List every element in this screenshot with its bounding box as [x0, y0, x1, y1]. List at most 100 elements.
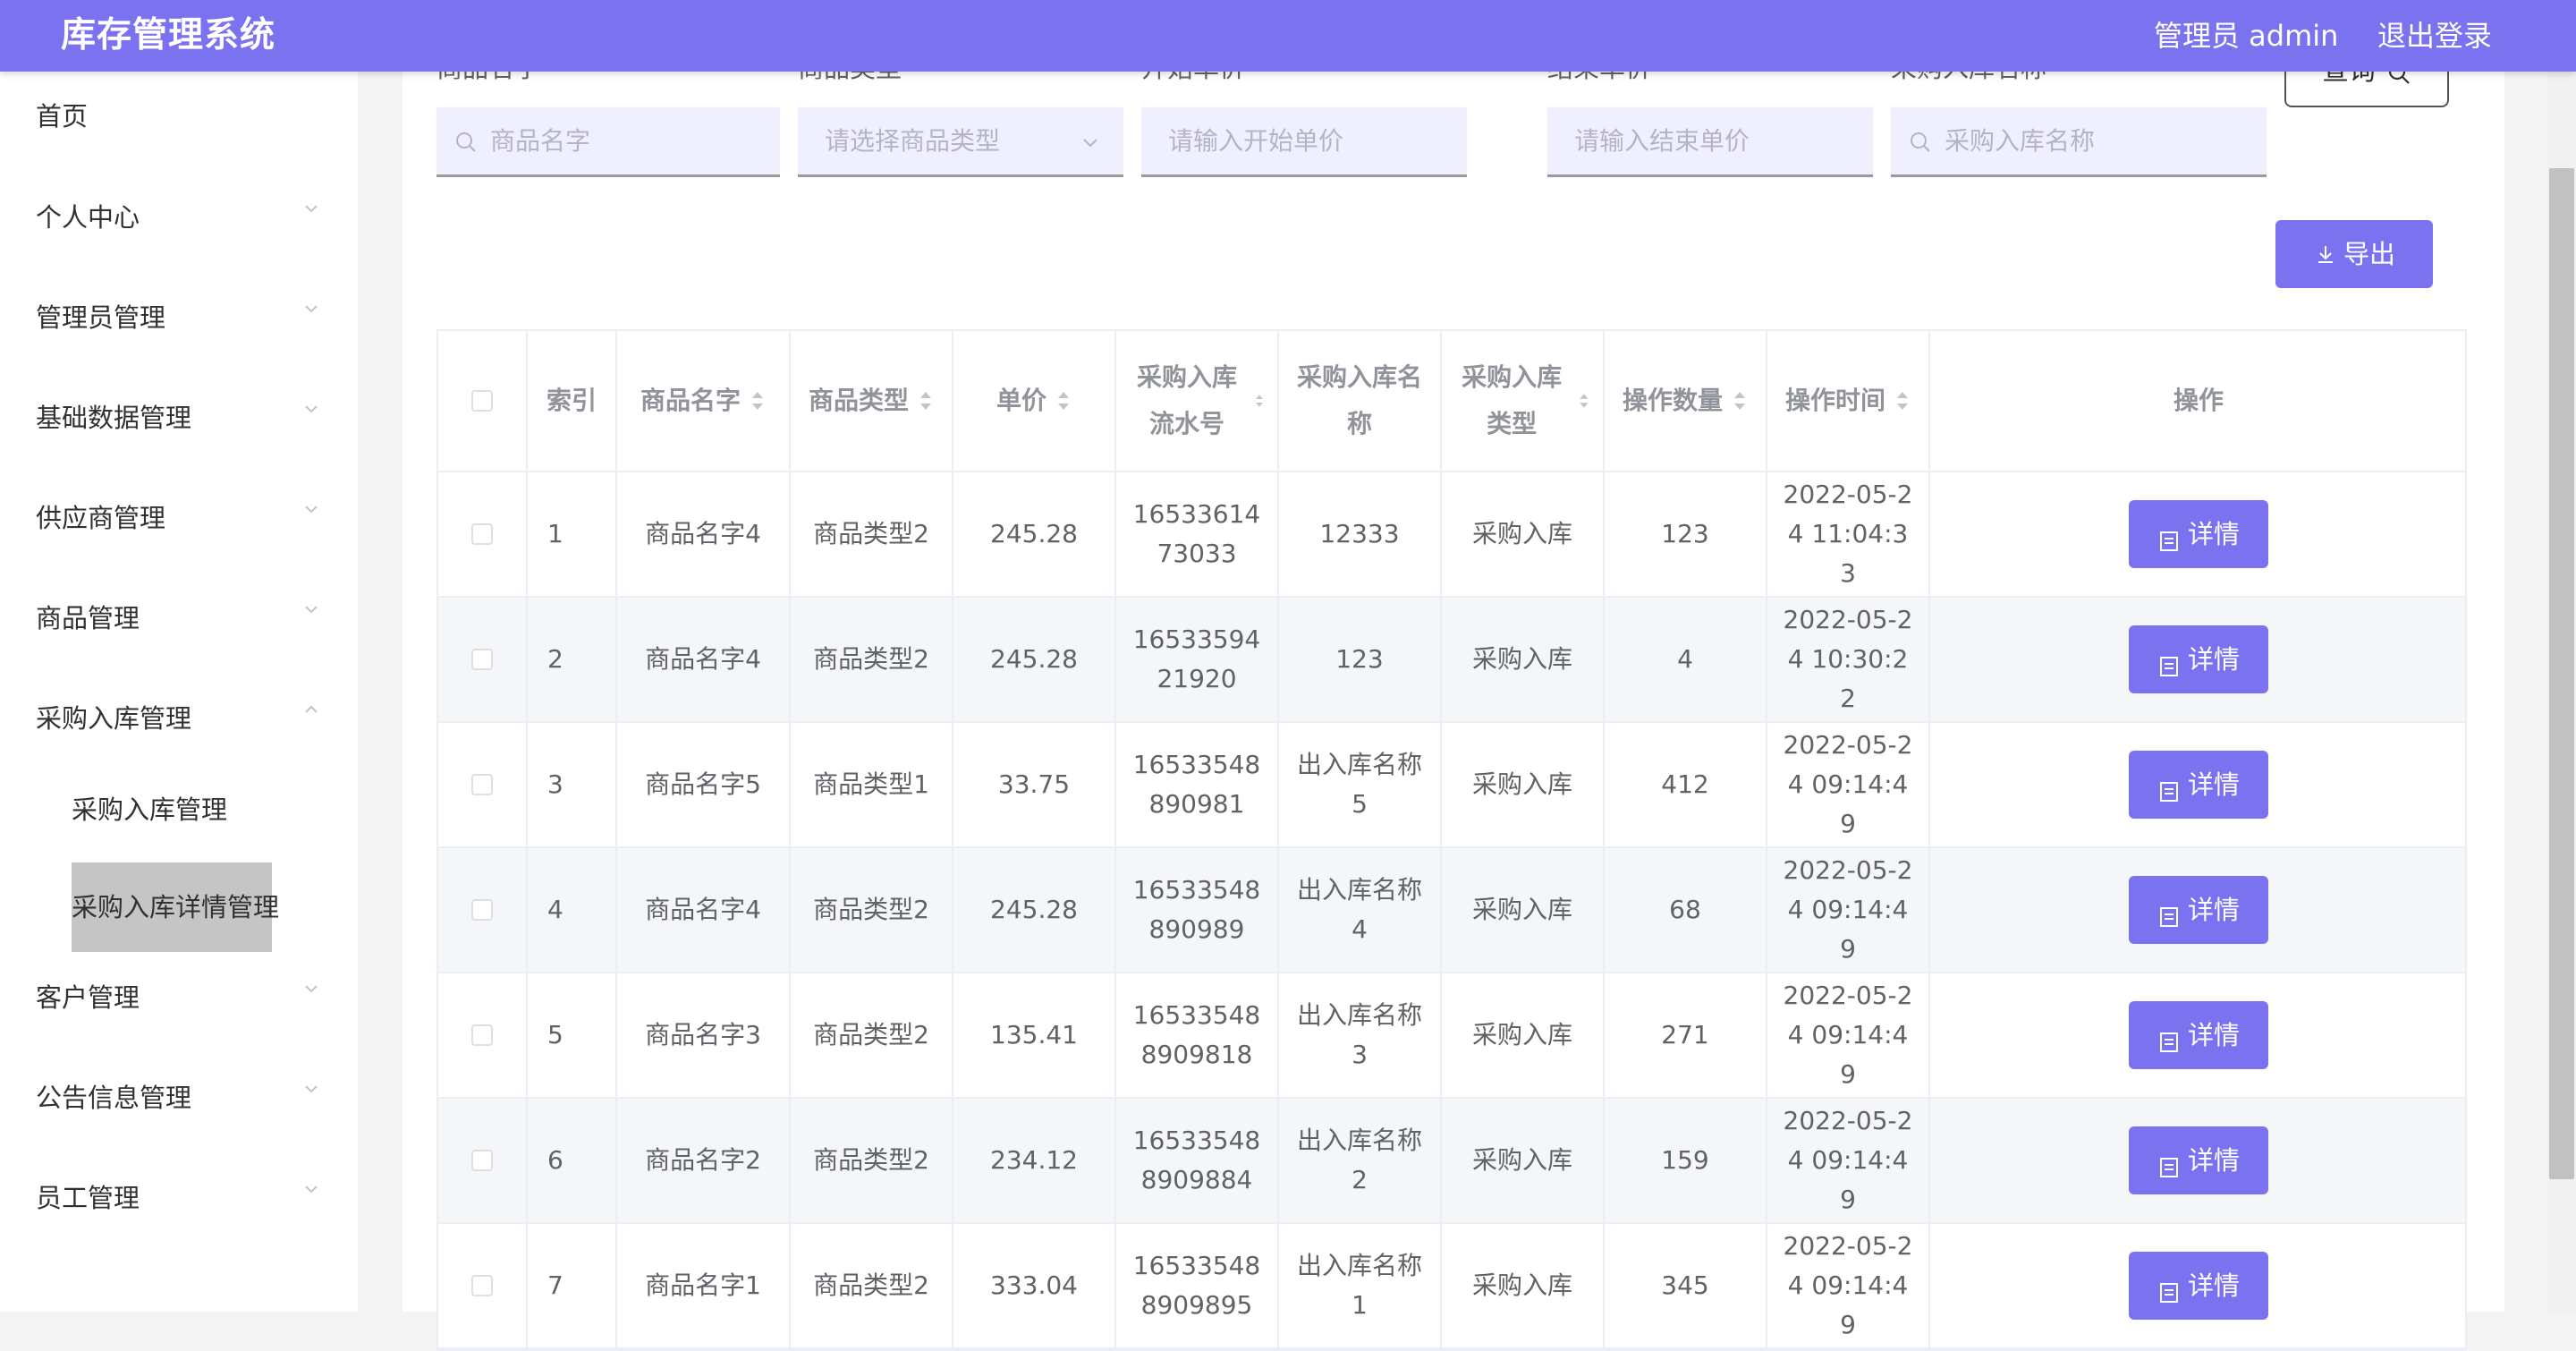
table-cell: 采购入库: [1442, 973, 1605, 1097]
table-cell: 商品类型2: [791, 848, 953, 972]
row-checkbox[interactable]: [471, 1275, 493, 1296]
table-cell: 商品名字1: [617, 1224, 791, 1347]
sort-caret-icon[interactable]: [750, 387, 766, 414]
sidebar-subitem-label: 采购入库管理: [72, 794, 228, 825]
chevron-down-icon: [302, 200, 320, 217]
sort-caret-icon[interactable]: [1732, 387, 1748, 414]
table-cell: 商品类型2: [791, 973, 953, 1097]
chevron-down-icon: [302, 300, 320, 318]
table-cell: 采购入库: [1442, 723, 1605, 846]
table-cell: 2022-05-24 10:30:22: [1767, 598, 1930, 721]
table-cell: 1: [528, 472, 617, 596]
sidebar-item-product[interactable]: 商品管理: [0, 574, 358, 663]
column-header[interactable]: 单价: [953, 331, 1116, 471]
data-table: 索引 商品名字 商品类型 单价 采购入库流水号 采购入库名称 采购入库类型 操作数量 操作时间 操…: [436, 329, 2467, 1351]
logout-button[interactable]: 退出登录: [2377, 15, 2492, 56]
table-cell: 采购入库: [1442, 1224, 1605, 1347]
detail-button[interactable]: 详情: [2129, 625, 2268, 693]
table-cell: 商品名字4: [617, 472, 791, 596]
row-checkbox[interactable]: [471, 523, 493, 545]
table-row: 4 商品名字4 商品类型2 245.28 16533548890989 出入库名称4 采购入…: [438, 848, 2465, 973]
table-cell: 2022-05-24 11:04:33: [1767, 472, 1930, 596]
detail-button-label: 详情: [2188, 1145, 2241, 1176]
table-row: 2 商品名字4 商品类型2 245.28 1653359421920 123 采购入库 4 20…: [438, 598, 2465, 723]
row-checkbox[interactable]: [471, 1024, 493, 1046]
select-all-checkbox[interactable]: [471, 390, 493, 412]
search-icon: [1909, 131, 1932, 154]
purchase-name-input[interactable]: 采购入库名称: [1891, 107, 2267, 177]
table-cell: 7: [528, 1224, 617, 1347]
sidebar-item-purchase[interactable]: 采购入库管理: [0, 674, 358, 763]
row-checkbox[interactable]: [471, 899, 493, 921]
table-cell: 商品名字5: [617, 723, 791, 846]
detail-button-label: 详情: [2188, 644, 2241, 675]
row-select-cell: [438, 598, 528, 721]
row-select-cell: [438, 1099, 528, 1222]
sidebar-item-admin[interactable]: 管理员管理: [0, 273, 358, 362]
table-cell: 采购入库: [1442, 848, 1605, 972]
product-type-placeholder: 请选择商品类型: [825, 126, 1001, 156]
download-icon: [2315, 243, 2336, 265]
detail-button[interactable]: 详情: [2129, 500, 2268, 568]
row-checkbox[interactable]: [471, 1150, 493, 1171]
table-cell: 245.28: [953, 598, 1116, 721]
column-header[interactable]: 采购入库类型: [1442, 331, 1605, 471]
sidebar-item-basic-data[interactable]: 基础数据管理: [0, 373, 358, 463]
table-cell: 345: [1605, 1224, 1767, 1347]
table-cell: 234.12: [953, 1099, 1116, 1222]
sort-caret-icon[interactable]: [1578, 387, 1590, 414]
detail-button-label: 详情: [2188, 519, 2241, 549]
row-checkbox[interactable]: [471, 649, 493, 670]
column-header[interactable]: 采购入库流水号: [1116, 331, 1279, 471]
end-price-input[interactable]: 请输入结束单价: [1547, 107, 1873, 177]
table-cell: 商品名字3: [617, 973, 791, 1097]
row-select-cell: [438, 973, 528, 1097]
detail-button[interactable]: 详情: [2129, 1126, 2268, 1194]
product-name-input[interactable]: 商品名字: [436, 107, 780, 177]
export-button[interactable]: 导出: [2275, 220, 2433, 288]
sidebar-item-label: 供应商管理: [36, 503, 166, 533]
sort-caret-icon[interactable]: [1254, 387, 1265, 414]
table-cell: 商品名字2: [617, 1099, 791, 1222]
app-title: 库存管理系统: [61, 15, 276, 55]
start-price-input[interactable]: 请输入开始单价: [1141, 107, 1467, 177]
detail-button[interactable]: 详情: [2129, 1252, 2268, 1320]
table-cell: 3: [528, 723, 617, 846]
sidebar-subitem-purchase-detail[interactable]: 采购入库详情管理: [72, 862, 279, 952]
product-type-select[interactable]: 请选择商品类型: [798, 107, 1123, 177]
row-select-cell: [438, 848, 528, 972]
sort-caret-icon[interactable]: [918, 387, 934, 414]
table-cell: 6: [528, 1099, 617, 1222]
table-cell: 2022-05-24 09:14:49: [1767, 723, 1930, 846]
document-icon: [2159, 775, 2179, 802]
user-label: 管理员 admin: [2154, 19, 2339, 53]
sidebar-item-home[interactable]: 首页: [0, 72, 358, 161]
export-button-label: 导出: [2343, 239, 2396, 269]
table-cell: 135.41: [953, 973, 1116, 1097]
column-header[interactable]: 商品类型: [791, 331, 953, 471]
sidebar-item-customer[interactable]: 客户管理: [0, 953, 358, 1042]
table-cell: 412: [1605, 723, 1767, 846]
column-header[interactable]: 操作时间: [1767, 331, 1930, 471]
sidebar-item-supplier[interactable]: 供应商管理: [0, 473, 358, 563]
sort-caret-icon[interactable]: [1055, 387, 1072, 414]
sidebar-item-label: 采购入库管理: [36, 703, 192, 734]
column-header: 操作: [1930, 331, 2467, 471]
table-row: 7 商品名字1 商品类型2 333.04 165335488909895 出入库名称1 采购…: [438, 1224, 2465, 1349]
sidebar-item-label: 客户管理: [36, 982, 140, 1013]
column-header-label: 采购入库名称: [1296, 362, 1422, 438]
scrollbar-thumb[interactable]: [2549, 168, 2574, 1179]
sort-caret-icon[interactable]: [1894, 387, 1911, 414]
table-cell: 商品类型1: [791, 723, 953, 846]
column-header[interactable]: 商品名字: [617, 331, 791, 471]
row-checkbox[interactable]: [471, 774, 493, 795]
column-header[interactable]: 操作数量: [1605, 331, 1767, 471]
table-cell: 2022-05-24 09:14:49: [1767, 1224, 1930, 1347]
detail-button[interactable]: 详情: [2129, 876, 2268, 944]
detail-button[interactable]: 详情: [2129, 751, 2268, 819]
detail-button[interactable]: 详情: [2129, 1001, 2268, 1069]
sidebar-item-staff[interactable]: 员工管理: [0, 1153, 358, 1243]
sidebar-item-profile[interactable]: 个人中心: [0, 173, 358, 262]
sidebar-item-notice[interactable]: 公告信息管理: [0, 1053, 358, 1143]
column-header-label: 采购入库流水号: [1137, 362, 1238, 438]
